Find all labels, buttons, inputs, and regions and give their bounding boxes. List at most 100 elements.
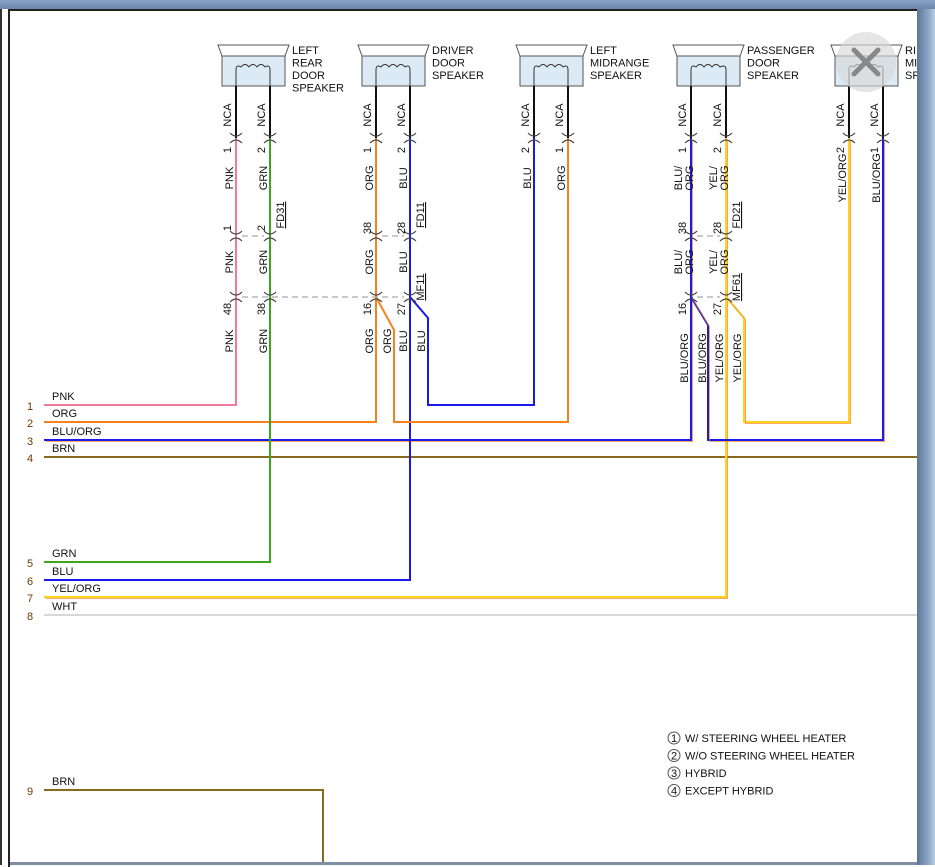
nca-label: NCA	[554, 103, 566, 127]
row-number: 4	[27, 453, 33, 465]
wire-color-label: BLU/ORG	[697, 333, 709, 383]
wire-color-label: BLU/ORG	[679, 333, 691, 383]
wire-yel-org-stripe	[45, 139, 728, 599]
pin-number: 1	[222, 147, 234, 153]
speaker	[357, 44, 430, 87]
wire-org	[44, 138, 377, 423]
speaker-name: DOOR	[432, 58, 465, 70]
wire-color-label: YEL/ORG	[837, 154, 849, 203]
speaker-name: SPEAKER	[432, 70, 484, 82]
wire-color-label: ORG	[382, 328, 394, 353]
wire-yel-org-stripe	[727, 139, 851, 424]
speaker	[515, 44, 588, 87]
wire-color-label: YEL/ORG	[714, 334, 726, 383]
speaker-name: DOOR	[747, 58, 780, 70]
wire-color-label: BLU	[416, 330, 428, 351]
wire-color-label: BLU	[398, 330, 410, 351]
nca-label: NCA	[256, 103, 268, 127]
wire-yel-org	[44, 138, 727, 598]
speaker	[217, 44, 290, 87]
speaker-name: REAR	[292, 58, 323, 70]
vertical-scrollbar[interactable]	[917, 9, 935, 865]
wire-color-label: PNK	[224, 166, 236, 189]
legend-text: W/O STEERING WHEEL HEATER	[685, 751, 855, 763]
nca-label: NCA	[835, 103, 847, 127]
pin-number: 27	[396, 303, 408, 315]
wire-color-label: BLU/ORG	[52, 426, 102, 438]
connector-id: FD11	[415, 202, 427, 228]
connector-id: FD21	[731, 202, 743, 229]
pin-number: 38	[362, 222, 374, 234]
connector-id: MF11	[415, 273, 427, 300]
wire-color-label: ORG	[364, 249, 376, 274]
wire-color-label: ORG	[556, 165, 568, 190]
legend-text: HYBRID	[685, 768, 727, 780]
legend-number: 1	[671, 733, 677, 745]
legend-text: EXCEPT HYBRID	[685, 786, 773, 798]
wire-color-label: BLU	[398, 251, 410, 272]
wire-color-label: ORG	[719, 249, 731, 274]
row-number: 9	[27, 786, 33, 798]
nca-label: NCA	[869, 103, 881, 127]
wire-color-label: GRN	[258, 166, 270, 191]
speaker-name: DRIVER	[432, 45, 474, 57]
wire-color-label: YEL/ORG	[732, 334, 744, 383]
nca-label: NCA	[222, 103, 234, 127]
row-number: 2	[27, 418, 33, 430]
nca-label: NCA	[396, 103, 408, 127]
pin-number: 2	[835, 147, 847, 153]
pin-number: 1	[554, 147, 566, 153]
wire-color-label: GRN	[258, 250, 270, 275]
close-button[interactable]	[836, 32, 896, 92]
wire-blu	[409, 138, 535, 406]
wire-color-label: BLU	[52, 566, 73, 578]
row-number: 3	[27, 436, 33, 448]
row-number: 1	[27, 401, 33, 413]
wire-color-label: GRN	[258, 329, 270, 354]
wire-color-label: BRN	[52, 443, 75, 455]
pin-number: 28	[712, 222, 724, 234]
pin-number: 1	[222, 225, 234, 231]
wire-color-label: ORG	[684, 165, 696, 190]
legend-number: 3	[671, 768, 677, 780]
connector-id: MF61	[731, 273, 743, 301]
row-number: 6	[27, 576, 33, 588]
pin-number: 16	[677, 303, 689, 315]
pin-number: 1	[677, 147, 689, 153]
wiring-diagram: 1 PNK 2 ORG 3 BLU/ORG 4 BRN 5 GRN 6 BLU 7 YEL/ORG 8 WHT…	[27, 44, 920, 865]
speaker-cone-icon	[357, 44, 430, 57]
nca-label: NCA	[712, 103, 724, 127]
wire-color-label: BLU/ORG	[871, 153, 883, 203]
wire-blu	[44, 138, 411, 581]
speaker-body-icon	[361, 55, 426, 87]
wire-color-label: BLU	[398, 167, 410, 188]
wire-color-label: GRN	[52, 548, 77, 560]
wire-color-label: WHT	[52, 601, 77, 613]
nca-label: NCA	[520, 103, 532, 127]
wire-color-label: ORG	[719, 165, 731, 190]
pin-number: 2	[256, 147, 268, 153]
pin-number: 28	[396, 222, 408, 234]
wire-color-label: ORG	[364, 165, 376, 190]
close-x-icon	[851, 47, 881, 77]
pin-number: 2	[396, 147, 408, 153]
wire-color-label: PNK	[224, 250, 236, 273]
legend-number: 2	[671, 751, 677, 763]
wire-color-label: ORG	[684, 249, 696, 274]
speaker-name: SPEAKER	[292, 83, 344, 95]
speaker-name: MI	[905, 58, 917, 70]
speaker-name: SPEAKER	[590, 70, 642, 82]
wire-brn	[44, 789, 324, 865]
wire-color-label: ORG	[52, 408, 77, 420]
nca-label: NCA	[362, 103, 374, 127]
pin-number: 2	[712, 147, 724, 153]
speaker-name: LEFT	[292, 45, 319, 57]
row-number: 8	[27, 611, 33, 623]
pin-number: 2	[256, 225, 268, 231]
wire-color-label: PNK	[224, 329, 236, 352]
legend-number: 4	[671, 786, 677, 798]
wire-color-label: ORG	[364, 328, 376, 353]
speaker-name: RI	[905, 45, 916, 57]
speaker-name: LEFT	[590, 45, 617, 57]
pin-number: 38	[256, 303, 268, 315]
